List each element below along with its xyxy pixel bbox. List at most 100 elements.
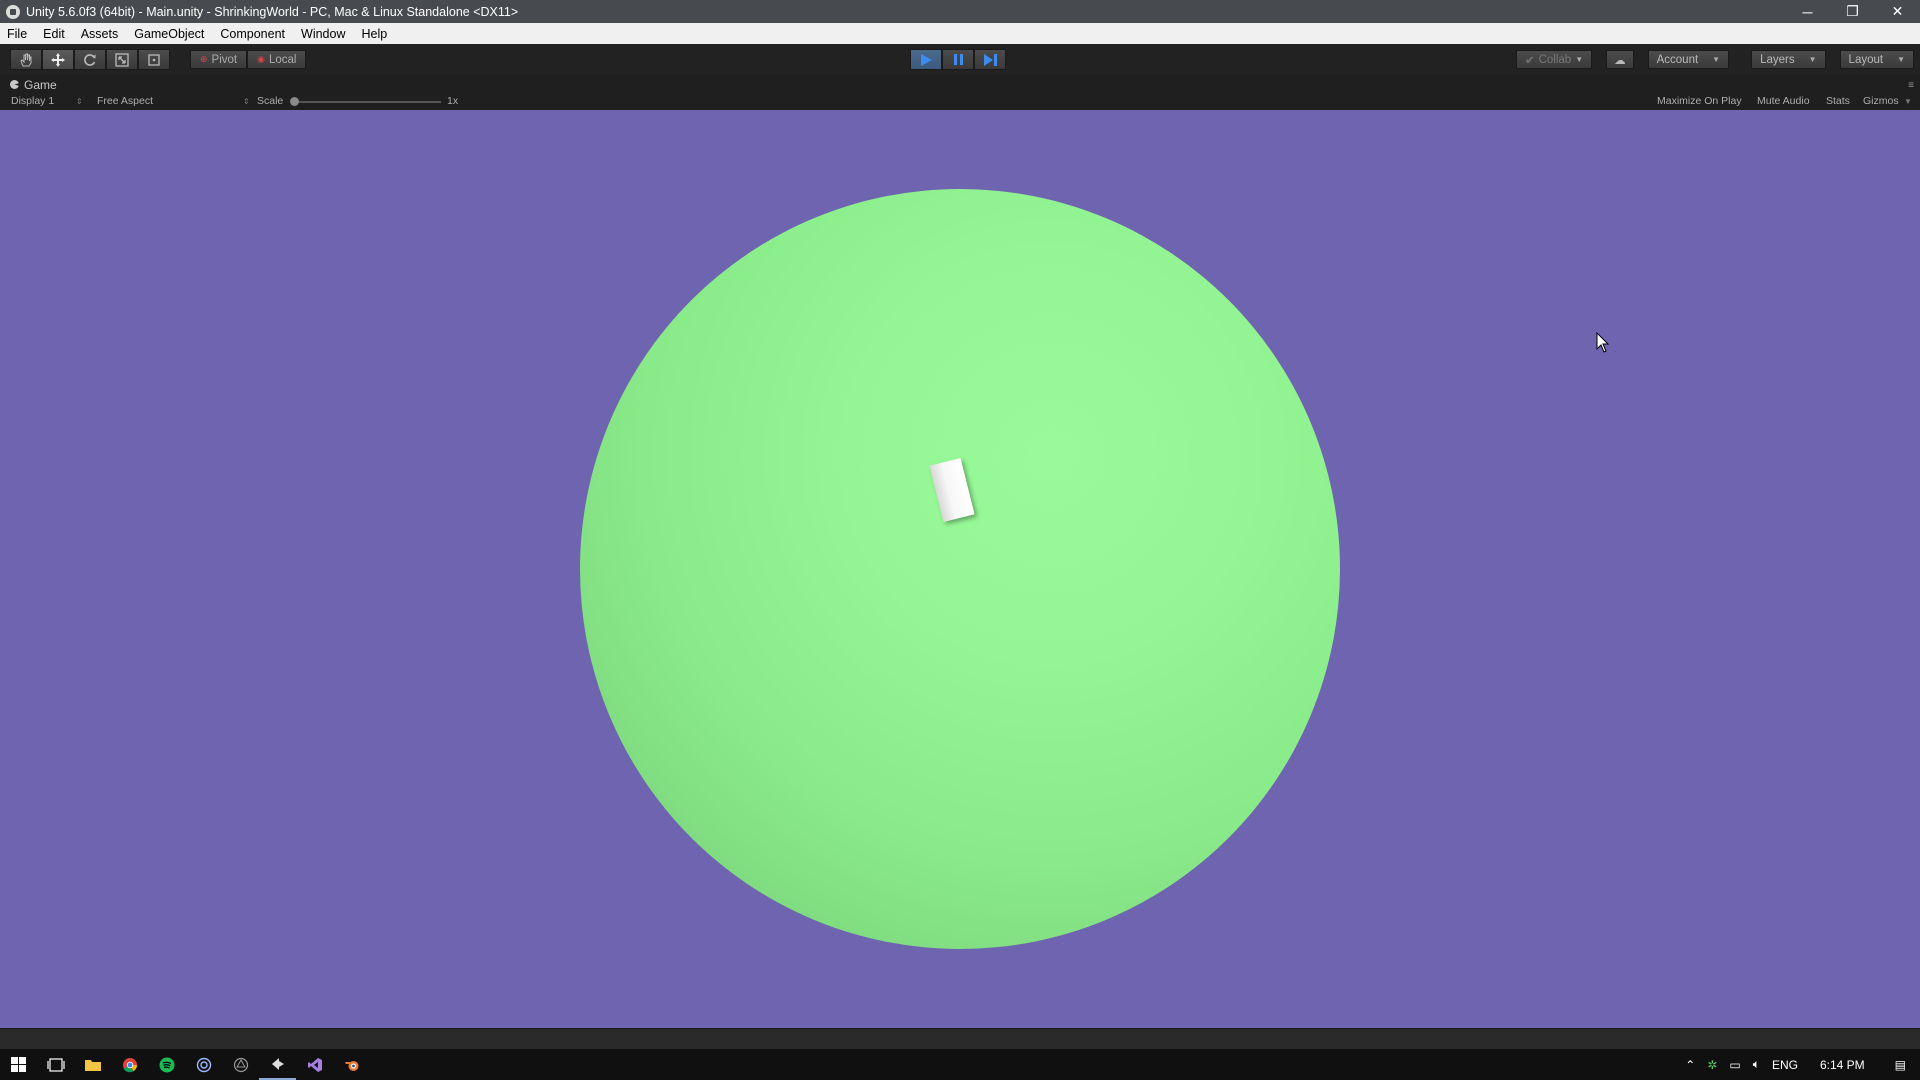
- rect-tool-button[interactable]: [138, 49, 170, 70]
- unity-logo-icon: [233, 1057, 248, 1072]
- start-button[interactable]: [0, 1049, 37, 1080]
- restore-button[interactable]: ❐: [1830, 0, 1875, 23]
- window-title: Unity 5.6.0f3 (64bit) - Main.unity - Shr…: [26, 4, 519, 19]
- aspect-dropdown[interactable]: Free Aspect: [97, 95, 153, 107]
- move-tool-button[interactable]: [42, 49, 74, 70]
- blender-icon: [344, 1060, 358, 1071]
- local-toggle[interactable]: ◉ Local: [247, 50, 307, 69]
- windows-taskbar: ⌃ ✲ ▭ 🔈︎ ENG 6:14 PM ▤: [0, 1049, 1920, 1080]
- visual-studio-button[interactable]: [296, 1049, 333, 1080]
- gizmos-dropdown[interactable]: Gizmos: [1863, 95, 1899, 107]
- tab-menu-icon[interactable]: ≡: [1908, 80, 1914, 91]
- game-tab-bar: Game ≡: [0, 75, 1920, 94]
- menu-file[interactable]: File: [0, 27, 35, 41]
- language-indicator[interactable]: ENG: [1766, 1058, 1804, 1072]
- layers-label: Layers: [1760, 53, 1795, 66]
- spotify-button[interactable]: [148, 1049, 185, 1080]
- system-tray: ⌃ ✲ ▭ 🔈︎ ENG 6:14 PM ▤: [1679, 1049, 1920, 1080]
- task-view-button[interactable]: [37, 1049, 74, 1080]
- mute-audio-toggle[interactable]: Mute Audio: [1757, 95, 1810, 107]
- pivot-icon: ⊕: [200, 54, 208, 64]
- maximize-on-play-toggle[interactable]: Maximize On Play: [1657, 95, 1742, 107]
- unity-icon: [271, 1057, 284, 1070]
- status-bar: [0, 1028, 1920, 1049]
- scale-value: 1x: [447, 95, 459, 107]
- local-icon: ◉: [257, 54, 265, 64]
- pivot-label: Pivot: [211, 53, 238, 66]
- menu-assets[interactable]: Assets: [73, 27, 127, 41]
- windows-icon: [11, 1057, 26, 1072]
- menu-component[interactable]: Component: [212, 27, 293, 41]
- game-view[interactable]: [0, 110, 1920, 1028]
- app-button-blue[interactable]: [185, 1049, 222, 1080]
- hand-tool-button[interactable]: [10, 49, 42, 70]
- menu-help[interactable]: Help: [353, 27, 395, 41]
- stats-toggle[interactable]: Stats: [1826, 95, 1850, 107]
- close-button[interactable]: ✕: [1875, 0, 1920, 23]
- pause-button[interactable]: [942, 49, 974, 70]
- account-dropdown[interactable]: Account ▼: [1647, 50, 1730, 69]
- scale-tool-button[interactable]: [106, 49, 138, 70]
- chrome-button[interactable]: [111, 1049, 148, 1080]
- network-apps-icon[interactable]: ✲: [1701, 1058, 1723, 1072]
- display-dropdown[interactable]: Display 1: [11, 95, 54, 107]
- scale-label: Scale: [257, 95, 284, 107]
- cloud-button[interactable]: ☁: [1606, 50, 1634, 69]
- layout-dropdown[interactable]: Layout ▼: [1839, 50, 1914, 69]
- menu-window[interactable]: Window: [293, 27, 353, 41]
- network-icon[interactable]: ▭: [1723, 1058, 1746, 1072]
- play-button[interactable]: [910, 49, 942, 70]
- spotify-icon: [159, 1057, 174, 1072]
- unity-icon: [6, 4, 20, 19]
- chevron-updown-icon: ⇕: [76, 97, 83, 106]
- check-icon: ✔: [1524, 54, 1535, 67]
- chevron-down-icon: ▼: [1808, 55, 1817, 64]
- chevron-updown-icon: ⇕: [243, 97, 250, 106]
- pause-icon: [953, 54, 963, 65]
- minimize-button[interactable]: ─: [1785, 0, 1830, 23]
- tab-game-label: Game: [24, 77, 57, 92]
- rotate-icon: [84, 53, 96, 66]
- blender-button[interactable]: [333, 1049, 370, 1080]
- rect-icon: [148, 53, 160, 66]
- chevron-up-icon[interactable]: ⌃: [1679, 1058, 1701, 1072]
- scale-icon: [115, 52, 129, 67]
- title-bar: Unity 5.6.0f3 (64bit) - Main.unity - Shr…: [0, 0, 1920, 23]
- main-toolbar: ⊕ Pivot ◉ Local ✔ Collab ▼ ☁ Account ▼ L…: [0, 44, 1920, 75]
- cloud-icon: ☁: [1614, 54, 1626, 67]
- account-label: Account: [1656, 53, 1699, 66]
- layout-label: Layout: [1848, 53, 1884, 66]
- pivot-toggle[interactable]: ⊕ Pivot: [190, 50, 248, 69]
- menu-gameobject[interactable]: GameObject: [126, 27, 212, 41]
- action-center-icon[interactable]: ▤: [1881, 1058, 1920, 1072]
- play-icon: [920, 53, 932, 66]
- layers-dropdown[interactable]: Layers ▼: [1751, 50, 1826, 69]
- visual-studio-icon: [307, 1057, 322, 1072]
- task-view-icon: [46, 1057, 65, 1072]
- tab-game[interactable]: Game: [0, 78, 57, 92]
- volume-icon[interactable]: 🔈︎: [1747, 1057, 1766, 1072]
- pivot-group: ⊕ Pivot ◉ Local: [190, 50, 307, 69]
- scale-slider-thumb[interactable]: [290, 97, 299, 106]
- hand-icon: [20, 53, 32, 66]
- chrome-icon: [122, 1057, 137, 1072]
- step-button[interactable]: [974, 49, 1006, 70]
- chevron-down-icon: ▼: [1897, 55, 1905, 64]
- chevron-down-icon: ▼: [1904, 97, 1912, 106]
- unity-hub-button[interactable]: [222, 1049, 259, 1080]
- local-label: Local: [268, 53, 297, 66]
- playback-controls: [910, 49, 1006, 70]
- unity-editor-button[interactable]: [259, 1049, 296, 1080]
- clock[interactable]: 6:14 PM: [1804, 1058, 1881, 1072]
- game-icon: [10, 80, 19, 89]
- file-explorer-button[interactable]: [74, 1049, 111, 1080]
- menu-edit[interactable]: Edit: [35, 27, 73, 41]
- chevron-down-icon: ▼: [1712, 55, 1721, 64]
- folder-icon: [84, 1059, 101, 1071]
- collab-label: Collab: [1538, 53, 1572, 66]
- scale-slider-track[interactable]: [293, 101, 441, 103]
- rotate-tool-button[interactable]: [74, 49, 106, 70]
- collab-dropdown[interactable]: ✔ Collab ▼: [1515, 50, 1593, 69]
- globe-icon: [196, 1057, 211, 1072]
- toolbar-right: ✔ Collab ▼ ☁ Account ▼ Layers ▼ Layout ▼: [1502, 50, 1920, 69]
